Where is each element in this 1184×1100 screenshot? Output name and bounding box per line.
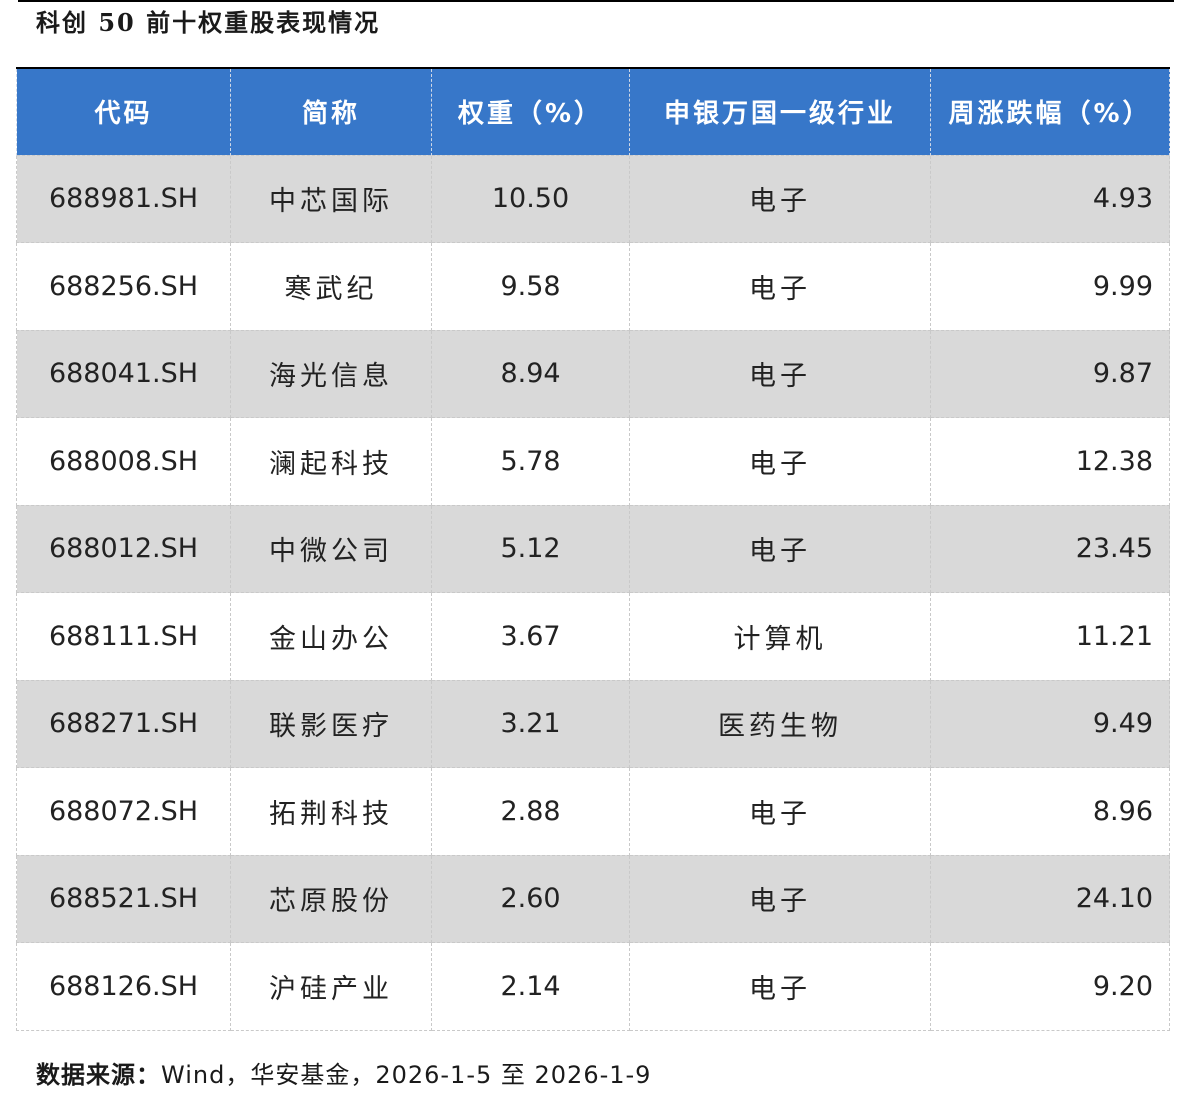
cell-code: 688271.SH — [16, 679, 231, 768]
cell-code: 688111.SH — [16, 592, 231, 681]
cell-industry: 电子 — [629, 854, 931, 943]
cell-industry: 医药生物 — [629, 679, 931, 768]
table-row: 688012.SH 中微公司 5.12 电子 23.45 — [16, 504, 1170, 593]
table-row: 688041.SH 海光信息 8.94 电子 9.87 — [16, 329, 1170, 418]
cell-industry: 计算机 — [629, 592, 931, 681]
cell-change: 9.20 — [930, 942, 1170, 1031]
page-title: 科创 50 前十权重股表现情况 — [36, 8, 381, 37]
cell-code: 688981.SH — [16, 154, 231, 243]
header-weekly-change: 周涨跌幅（%） — [930, 69, 1170, 155]
cell-code: 688256.SH — [16, 242, 231, 331]
cell-code: 688008.SH — [16, 417, 231, 506]
cell-name: 寒武纪 — [230, 242, 432, 331]
cell-code: 688041.SH — [16, 329, 231, 418]
cell-change: 9.49 — [930, 679, 1170, 768]
table-row: 688521.SH 芯原股份 2.60 电子 24.10 — [16, 854, 1170, 943]
cell-weight: 3.67 — [431, 592, 630, 681]
table-row: 688271.SH 联影医疗 3.21 医药生物 9.49 — [16, 679, 1170, 768]
table-row: 688256.SH 寒武纪 9.58 电子 9.99 — [16, 242, 1170, 331]
cell-name: 联影医疗 — [230, 679, 432, 768]
header-name: 简称 — [230, 69, 432, 155]
source-text: Wind，华安基金，2026-1-5 至 2026-1-9 — [161, 1061, 652, 1089]
cell-name: 中微公司 — [230, 504, 432, 593]
cell-weight: 10.50 — [431, 154, 630, 243]
cell-industry: 电子 — [629, 767, 931, 856]
top-rule — [18, 0, 1174, 2]
cell-weight: 5.12 — [431, 504, 630, 593]
cell-name: 拓荆科技 — [230, 767, 432, 856]
cell-change: 23.45 — [930, 504, 1170, 593]
cell-industry: 电子 — [629, 504, 931, 593]
source-label: 数据来源： — [36, 1060, 161, 1089]
cell-name: 沪硅产业 — [230, 942, 432, 1031]
cell-industry: 电子 — [629, 242, 931, 331]
cell-weight: 5.78 — [431, 417, 630, 506]
cell-industry: 电子 — [629, 154, 931, 243]
cell-change: 12.38 — [930, 417, 1170, 506]
cell-industry: 电子 — [629, 417, 931, 506]
data-source-note: 数据来源：Wind，华安基金，2026-1-5 至 2026-1-9 — [36, 1058, 651, 1092]
cell-code: 688521.SH — [16, 854, 231, 943]
cell-industry: 电子 — [629, 329, 931, 418]
top-ten-weights-table: 代码 简称 权重（%） 申银万国一级行业 周涨跌幅（%） 688981.SH 中… — [16, 69, 1170, 1031]
header-code: 代码 — [16, 69, 231, 155]
cell-weight: 8.94 — [431, 329, 630, 418]
table-row: 688126.SH 沪硅产业 2.14 电子 9.20 — [16, 942, 1170, 1031]
table-row: 688981.SH 中芯国际 10.50 电子 4.93 — [16, 154, 1170, 243]
cell-name: 澜起科技 — [230, 417, 432, 506]
header-weight: 权重（%） — [431, 69, 630, 155]
header-industry: 申银万国一级行业 — [629, 69, 931, 155]
cell-name: 金山办公 — [230, 592, 432, 681]
cell-weight: 2.88 — [431, 767, 630, 856]
cell-change: 9.99 — [930, 242, 1170, 331]
cell-name: 中芯国际 — [230, 154, 432, 243]
cell-change: 8.96 — [930, 767, 1170, 856]
cell-change: 4.93 — [930, 154, 1170, 243]
cell-name: 海光信息 — [230, 329, 432, 418]
table-row: 688111.SH 金山办公 3.67 计算机 11.21 — [16, 592, 1170, 681]
table-header-row: 代码 简称 权重（%） 申银万国一级行业 周涨跌幅（%） — [16, 69, 1170, 155]
cell-industry: 电子 — [629, 942, 931, 1031]
cell-code: 688072.SH — [16, 767, 231, 856]
cell-change: 24.10 — [930, 854, 1170, 943]
cell-weight: 9.58 — [431, 242, 630, 331]
table-row: 688008.SH 澜起科技 5.78 电子 12.38 — [16, 417, 1170, 506]
cell-change: 9.87 — [930, 329, 1170, 418]
cell-code: 688012.SH — [16, 504, 231, 593]
cell-weight: 2.60 — [431, 854, 630, 943]
cell-change: 11.21 — [930, 592, 1170, 681]
cell-weight: 3.21 — [431, 679, 630, 768]
cell-code: 688126.SH — [16, 942, 231, 1031]
cell-name: 芯原股份 — [230, 854, 432, 943]
cell-weight: 2.14 — [431, 942, 630, 1031]
table-row: 688072.SH 拓荆科技 2.88 电子 8.96 — [16, 767, 1170, 856]
